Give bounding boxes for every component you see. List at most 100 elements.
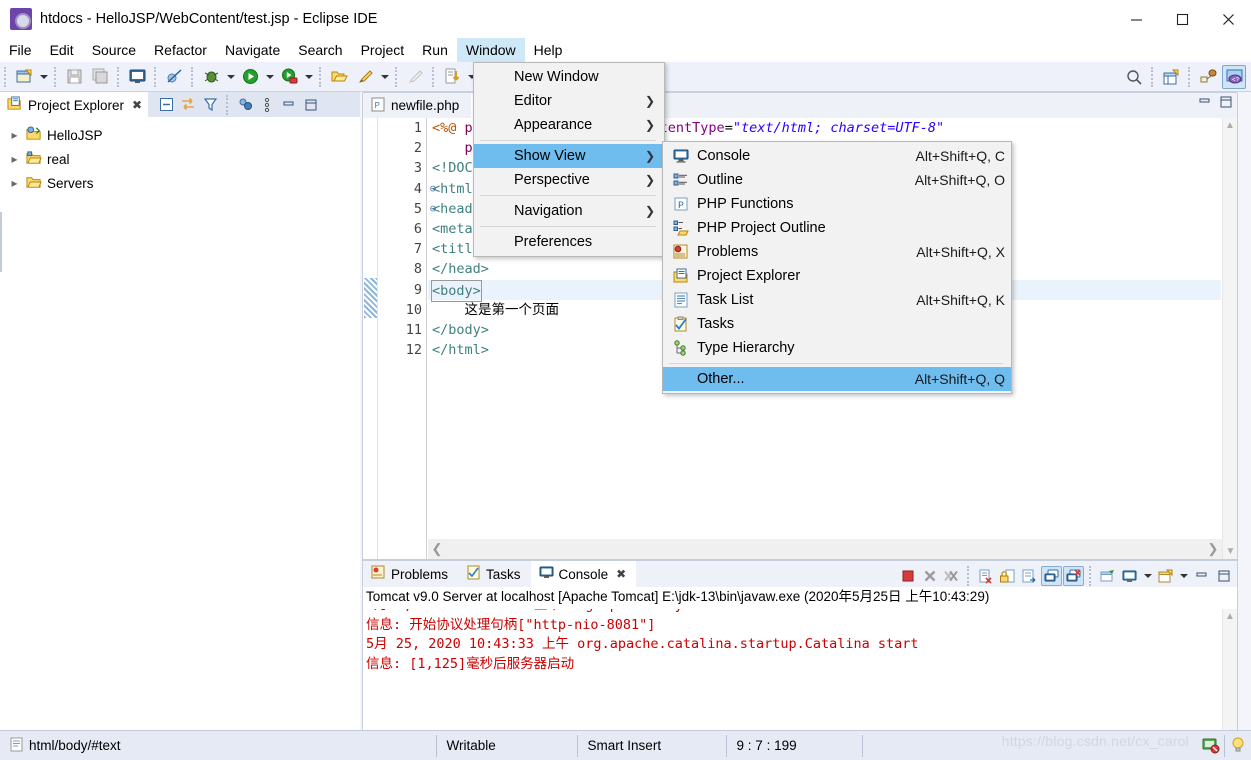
scroll-left-icon[interactable]: ❮ (428, 541, 446, 557)
build-status-icon[interactable] (1202, 736, 1220, 757)
search-icon[interactable] (1122, 65, 1146, 89)
menu-item-label: Show View (514, 148, 586, 164)
scroll-right-icon[interactable]: ❯ (1204, 541, 1222, 557)
pin-console-icon[interactable] (1097, 566, 1118, 586)
scroll-down-icon[interactable]: ▼ (1223, 544, 1237, 559)
editor-tab-newfile-php[interactable]: P newfile.php (363, 93, 472, 118)
tree-item-servers[interactable]: ▸ Servers (0, 171, 360, 195)
minimize-icon[interactable] (279, 95, 299, 115)
menu-item-php-project-outline[interactable]: PHP Project Outline (663, 216, 1011, 240)
skip-breakpoints-icon[interactable] (162, 65, 186, 89)
remove-launch-icon[interactable] (919, 566, 940, 586)
maximize-icon[interactable] (1219, 95, 1233, 112)
menu-window[interactable]: Window (456, 38, 525, 62)
menu-item-project-explorer[interactable]: Project Explorer (663, 264, 1011, 288)
menu-navigate[interactable]: Navigate (216, 38, 289, 62)
terminate-icon[interactable] (897, 566, 918, 586)
menu-run[interactable]: Run (413, 38, 457, 62)
menu-item-perspective[interactable]: Perspective ❯ (474, 168, 664, 192)
editor-horizontal-scrollbar[interactable]: ❮ ❯ (428, 539, 1222, 559)
tab-problems[interactable]: Problems (363, 561, 458, 587)
maximize-icon[interactable] (301, 95, 321, 115)
maximize-button[interactable] (1159, 0, 1205, 38)
close-icon[interactable]: ✖ (132, 98, 142, 112)
menu-help[interactable]: Help (525, 38, 572, 62)
run-server-icon[interactable] (277, 65, 301, 89)
display-selected-dropdown-icon[interactable] (1141, 564, 1154, 588)
show-console-on-output-icon[interactable] (1041, 566, 1062, 586)
menu-item-console[interactable]: Console Alt+Shift+Q, C (663, 144, 1011, 168)
tab-project-explorer[interactable]: Project Explorer ✖ (0, 92, 149, 117)
run-last-tool-icon[interactable] (353, 65, 377, 89)
minimize-button[interactable] (1113, 0, 1159, 38)
console-toggle-icon[interactable] (125, 65, 149, 89)
run-server-dropdown[interactable] (302, 65, 315, 89)
save-icon[interactable] (62, 65, 86, 89)
chevron-right-icon[interactable]: ▸ (8, 176, 21, 190)
chevron-right-icon[interactable]: ▸ (8, 152, 21, 166)
minimize-icon[interactable] (1191, 566, 1212, 586)
chevron-right-icon[interactable]: ▸ (8, 128, 21, 142)
tree-item-real[interactable]: ▸ real (0, 147, 360, 171)
clear-console-icon[interactable] (975, 566, 996, 586)
menu-item-new-window[interactable]: New Window (474, 65, 664, 89)
menu-item-type-hierarchy[interactable]: Type Hierarchy (663, 336, 1011, 360)
menu-item-outline[interactable]: Outline Alt+Shift+Q, O (663, 168, 1011, 192)
tip-icon[interactable] (1229, 736, 1247, 757)
view-filter-icon[interactable] (200, 95, 220, 115)
remove-all-launches-icon[interactable] (941, 566, 962, 586)
view-sash[interactable] (0, 212, 2, 272)
open-console-icon[interactable] (1155, 566, 1176, 586)
menu-item-problems[interactable]: Problems Alt+Shift+Q, X (663, 240, 1011, 264)
editor-vertical-scrollbar[interactable]: ▲ ▼ (1222, 118, 1237, 559)
minimize-icon[interactable] (1198, 95, 1212, 112)
new-dropdown[interactable] (37, 65, 50, 89)
tab-console[interactable]: Console ✖ (530, 561, 637, 587)
menu-search[interactable]: Search (289, 38, 351, 62)
menu-item-php-functions[interactable]: P PHP Functions (663, 192, 1011, 216)
menu-edit[interactable]: Edit (41, 38, 83, 62)
scroll-lock-icon[interactable] (997, 566, 1018, 586)
debug-dropdown[interactable] (224, 65, 237, 89)
menu-item-show-view[interactable]: Show View ❯ (474, 144, 664, 168)
menu-item-appearance[interactable]: Appearance ❯ (474, 113, 664, 137)
scroll-up-icon[interactable]: ▲ (1223, 609, 1237, 624)
menu-item-tasks[interactable]: Tasks (663, 312, 1011, 336)
next-annotation-icon[interactable] (440, 65, 464, 89)
menu-item-preferences[interactable]: Preferences (474, 230, 664, 254)
word-wrap-icon[interactable] (1019, 566, 1040, 586)
run-icon[interactable] (238, 65, 262, 89)
display-selected-console-icon[interactable] (1119, 566, 1140, 586)
line-number: 3 (413, 160, 422, 177)
tree-item-hellojsp[interactable]: ▸ HelloJSP (0, 123, 360, 147)
scroll-up-icon[interactable]: ▲ (1223, 118, 1237, 133)
open-console-dropdown-icon[interactable] (1177, 564, 1190, 588)
save-all-icon[interactable] (88, 65, 112, 89)
java-ee-perspective-icon[interactable] (1196, 65, 1220, 89)
new-icon[interactable] (12, 65, 36, 89)
window-title: htdocs - HelloJSP/WebContent/test.jsp - … (40, 10, 378, 27)
debug-icon[interactable] (199, 65, 223, 89)
menu-refactor[interactable]: Refactor (145, 38, 216, 62)
link-with-editor-icon[interactable] (178, 95, 198, 115)
menu-item-editor[interactable]: Editor ❯ (474, 89, 664, 113)
web-perspective-icon[interactable]: <? (1222, 65, 1246, 89)
menu-item-other[interactable]: Other... Alt+Shift+Q, Q (663, 367, 1011, 391)
menu-file[interactable]: File (0, 38, 41, 62)
maximize-icon[interactable] (1213, 566, 1234, 586)
tab-tasks[interactable]: Tasks (458, 561, 531, 587)
menu-item-navigation[interactable]: Navigation ❯ (474, 199, 664, 223)
close-button[interactable] (1205, 0, 1251, 38)
menu-item-task-list[interactable]: Task List Alt+Shift+Q, K (663, 288, 1011, 312)
run-dropdown[interactable] (263, 65, 276, 89)
run-last-tool-dropdown[interactable] (378, 65, 391, 89)
close-icon[interactable]: ✖ (616, 567, 626, 581)
focus-icon[interactable] (235, 95, 255, 115)
open-resource-icon[interactable] (327, 65, 351, 89)
menu-source[interactable]: Source (83, 38, 145, 62)
new-jsp-icon[interactable] (1159, 65, 1183, 89)
view-menu-icon[interactable] (257, 95, 277, 115)
show-console-on-error-icon[interactable] (1063, 566, 1084, 586)
collapse-all-icon[interactable] (156, 95, 176, 115)
menu-project[interactable]: Project (352, 38, 414, 62)
